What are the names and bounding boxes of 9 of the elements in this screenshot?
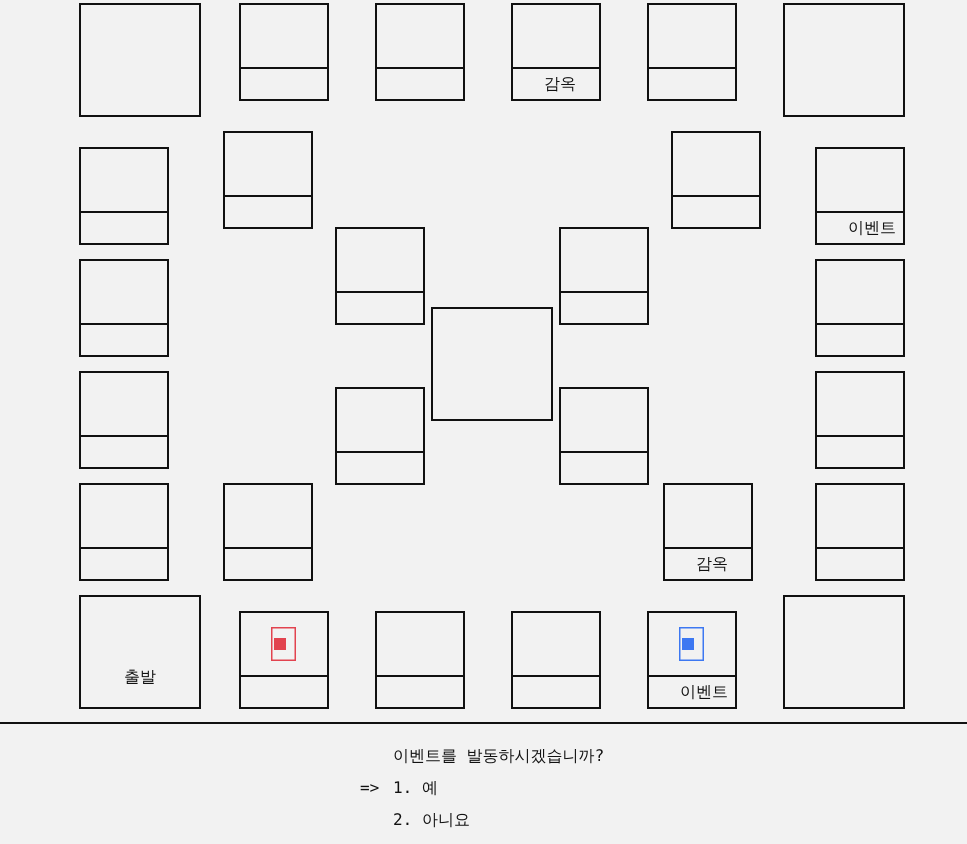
tile-label: 이벤트 xyxy=(848,218,896,238)
selection-cursor: => xyxy=(360,778,380,798)
prompt-question: 이벤트를 발동하시겠습니까? xyxy=(393,746,604,766)
tile-label: 감옥 xyxy=(544,74,576,94)
tile-label: 출발 xyxy=(124,667,156,687)
menu-option[interactable]: 2. 아니요 xyxy=(393,810,470,830)
tile-label: 감옥 xyxy=(696,554,728,574)
tile-label: 이벤트 xyxy=(680,682,728,702)
menu-option[interactable]: => 1. 예 xyxy=(360,778,438,798)
